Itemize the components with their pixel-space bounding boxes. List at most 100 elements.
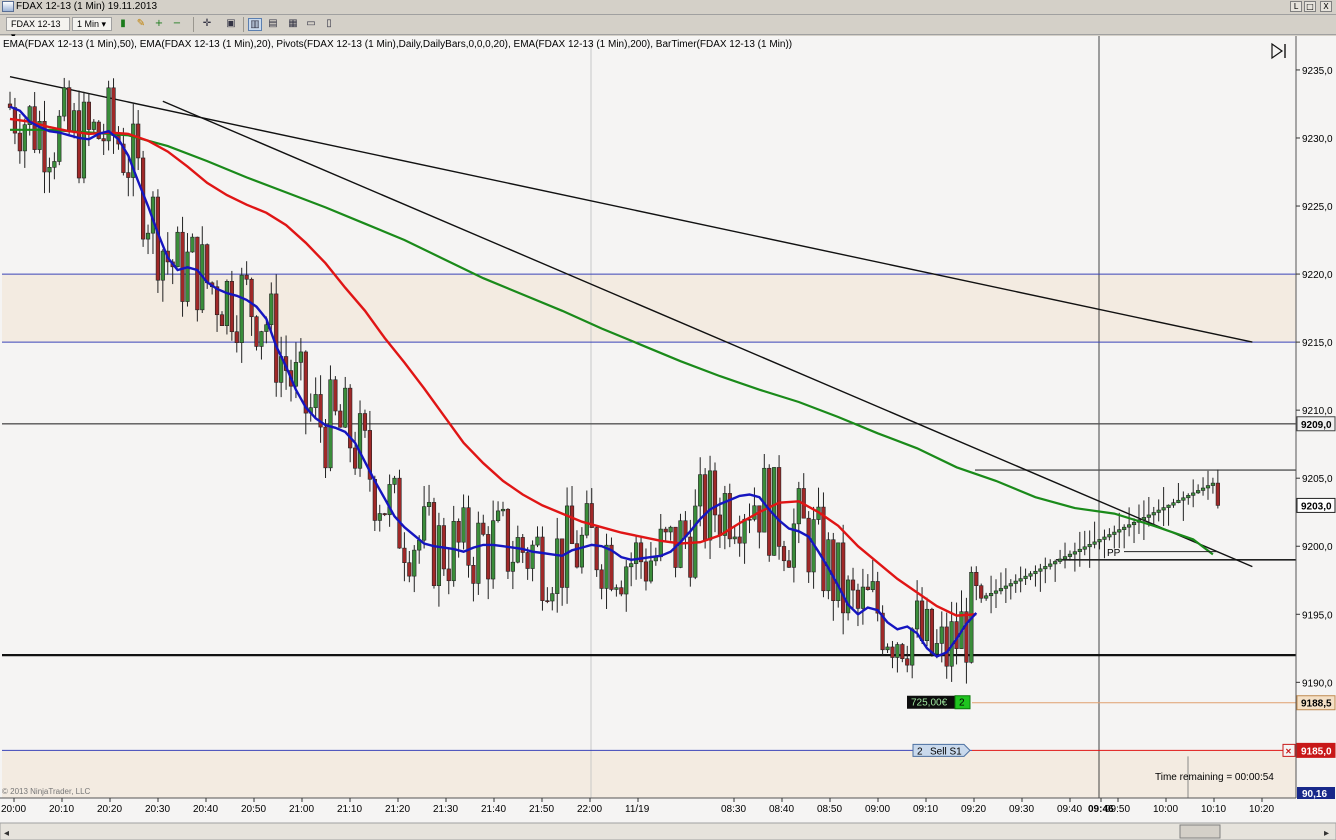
- candle-body: [1200, 487, 1206, 491]
- y-tick-label: 9205,0: [1302, 474, 1333, 485]
- candle-body: [234, 331, 239, 343]
- minimize-button[interactable]: L: [1290, 1, 1302, 12]
- candle-body: [1156, 509, 1161, 513]
- candle-body: [377, 513, 382, 521]
- candle-body: [205, 244, 210, 284]
- zoom-in-icon[interactable]: +: [152, 18, 166, 31]
- scroll-left-icon[interactable]: ◂: [4, 828, 9, 839]
- cancel-order-icon[interactable]: ×: [1286, 746, 1292, 757]
- candle-body: [752, 505, 757, 520]
- candle-body: [964, 611, 969, 663]
- candle-body: [614, 587, 619, 590]
- scroll-right-icon[interactable]: ▸: [1324, 828, 1329, 839]
- candle-body: [500, 508, 506, 512]
- candle-body: [924, 608, 930, 641]
- candle-body: [796, 488, 801, 525]
- instrument-selector[interactable]: FDAX 12-13 ▾: [6, 17, 70, 41]
- x-tick-label: 20:40: [193, 804, 218, 815]
- candle-body: [1171, 502, 1176, 506]
- candle-body: [850, 579, 856, 591]
- candle-body: [569, 505, 575, 544]
- workspace-icon[interactable]: ▦: [286, 18, 300, 31]
- order-qty-label[interactable]: 2: [917, 746, 923, 757]
- candle-body: [333, 379, 338, 412]
- x-tick-label: 09:00: [865, 804, 890, 815]
- candle-body: [269, 293, 274, 326]
- candle-body: [91, 121, 96, 130]
- candle-body: [313, 394, 318, 408]
- instrument-label: FDAX 12-13: [11, 19, 61, 29]
- candle-body: [698, 474, 703, 507]
- candle-body: [564, 505, 570, 588]
- candle-body: [619, 587, 624, 595]
- chart-area[interactable]: 9235,0 9230,0 9225,0 9220,0 9215,0 9210,0 9205…: [0, 36, 1336, 840]
- candle-body: [663, 528, 668, 533]
- candle-body: [76, 110, 82, 179]
- y-tick-label: 9235,0: [1302, 66, 1333, 77]
- chart-trader-icon[interactable]: ▥: [248, 18, 262, 31]
- zoom-out-icon[interactable]: −: [170, 18, 184, 31]
- candle-body: [52, 161, 57, 168]
- y-tick-label: 9210,0: [1302, 406, 1333, 417]
- candle-body: [22, 124, 27, 152]
- candle-body: [461, 507, 466, 543]
- candle-body: [895, 644, 900, 658]
- candle-body: [560, 538, 565, 588]
- window-linking-icon[interactable]: ▭: [304, 18, 318, 31]
- candle-body: [604, 544, 609, 589]
- candle-body: [555, 538, 560, 594]
- crosshair-icon[interactable]: ✛: [200, 18, 214, 31]
- scrollbar-thumb[interactable]: [1179, 824, 1221, 839]
- candle-body: [1141, 517, 1146, 521]
- candle-body: [668, 526, 673, 533]
- interval-selector[interactable]: 1 Min ▾: [72, 17, 112, 31]
- candle-body: [1117, 529, 1122, 533]
- bar-style-icon[interactable]: ▮: [116, 18, 130, 31]
- x-tick-label: 20:20: [97, 804, 122, 815]
- x-tick-label: 21:00: [289, 804, 314, 815]
- candle-body: [1067, 553, 1073, 557]
- candle-body: [1097, 539, 1102, 543]
- candle-body: [658, 528, 663, 558]
- candle-body: [998, 588, 1004, 592]
- maximize-button[interactable]: □: [1304, 1, 1316, 12]
- close-button[interactable]: X: [1320, 1, 1332, 12]
- candle-body: [505, 508, 511, 572]
- candle-body: [224, 281, 230, 326]
- data-box-icon[interactable]: ▤: [266, 18, 280, 31]
- x-tick-label: 21:10: [337, 804, 362, 815]
- candle-body: [703, 474, 708, 541]
- candle-body: [392, 477, 397, 485]
- candle-body: [1087, 544, 1092, 548]
- candle-body: [845, 579, 851, 614]
- candle-body: [481, 522, 486, 535]
- candle-body: [545, 600, 550, 602]
- candle-body: [214, 286, 220, 316]
- pivot-zone: [2, 750, 1296, 798]
- candle-body: [402, 547, 407, 563]
- candle-body: [510, 561, 515, 572]
- candle-body: [594, 527, 599, 571]
- properties-icon[interactable]: ▣: [224, 18, 238, 31]
- window-linking-icon[interactable]: ▯: [322, 18, 336, 31]
- candle-body: [574, 543, 580, 568]
- horizontal-scrollbar[interactable]: [0, 822, 1336, 840]
- candle-body: [1072, 551, 1077, 555]
- price-chart[interactable]: 9235,0 9230,0 9225,0 9220,0 9215,0 9210,0 9205…: [0, 36, 1336, 840]
- x-tick-label: 21:40: [481, 804, 506, 815]
- candle-body: [456, 521, 461, 543]
- candle-body: [180, 231, 185, 302]
- x-tick-label: 09:30: [1009, 804, 1034, 815]
- candle-body: [145, 232, 151, 240]
- candle-body: [81, 101, 87, 179]
- candle-body: [32, 106, 37, 150]
- order-type-label[interactable]: Sell S1: [930, 746, 962, 757]
- candle-body: [530, 544, 535, 569]
- candle-body: [934, 643, 939, 655]
- candle-body: [1181, 497, 1186, 501]
- indicator-legend: EMA(FDAX 12-13 (1 Min),50), EMA(FDAX 12-…: [3, 39, 793, 50]
- candle-body: [219, 314, 225, 326]
- draw-tool-icon[interactable]: ✎: [134, 18, 148, 31]
- candle-body: [865, 586, 870, 591]
- price-marker-label: 9185,0: [1301, 746, 1332, 757]
